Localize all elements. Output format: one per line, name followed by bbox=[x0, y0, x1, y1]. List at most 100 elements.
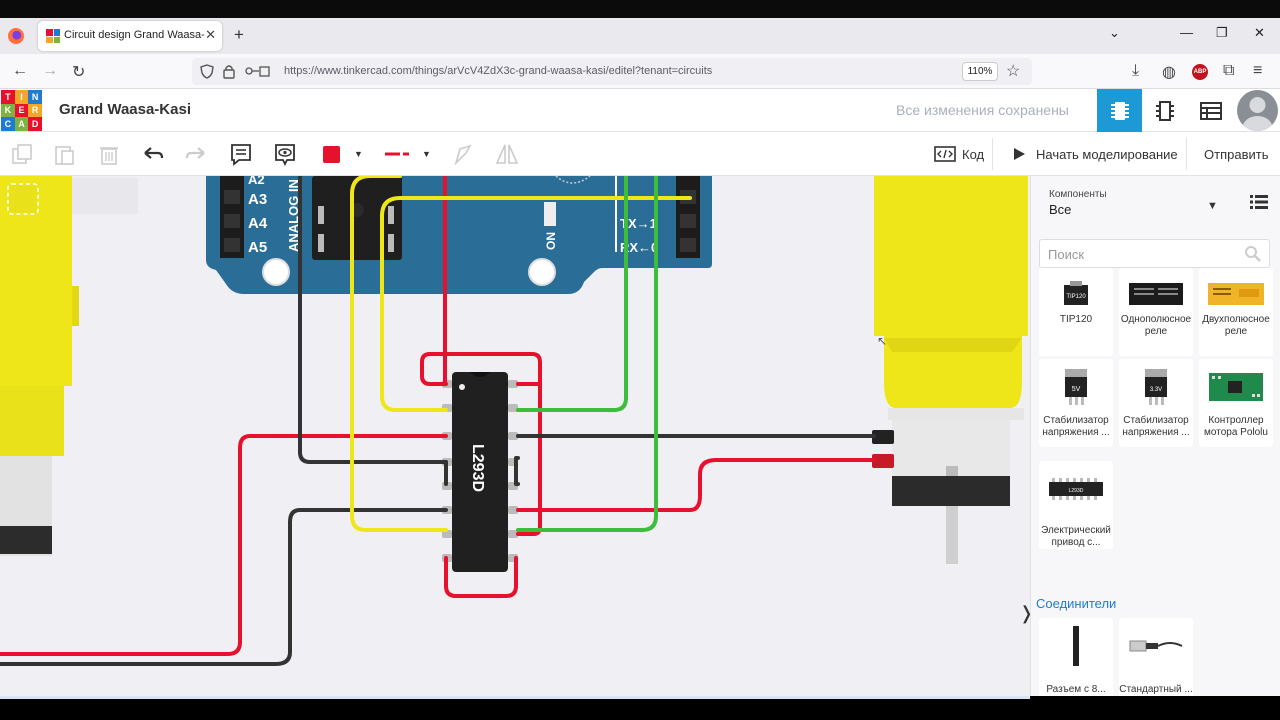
component-list-view-button[interactable] bbox=[1188, 89, 1233, 132]
undo-icon[interactable] bbox=[140, 141, 166, 167]
back-arrow-icon[interactable]: ← bbox=[12, 62, 28, 80]
table-icon bbox=[1199, 101, 1222, 120]
component-card-label: Двухполюсное реле bbox=[1202, 314, 1270, 337]
circuit-drawing[interactable]: A2 A3 A4 A5 ANALOG IN ON TX→1 RX←0 L293D bbox=[0, 176, 1030, 696]
zoom-level-button[interactable]: 110% bbox=[962, 62, 998, 81]
l293d-thumb-text: L293D bbox=[1069, 488, 1084, 494]
project-title[interactable]: Grand Waasa-Kasi bbox=[59, 101, 191, 118]
save-status: Все изменения сохранены bbox=[896, 102, 1069, 118]
close-window-button[interactable]: ✕ bbox=[1254, 25, 1265, 41]
component-card-standard-connector[interactable]: Стандартный ... bbox=[1119, 618, 1193, 696]
left-motor[interactable] bbox=[0, 176, 79, 556]
component-card-label: Стабилизатор напряжения ... bbox=[1122, 415, 1190, 438]
wire-red-motor-left[interactable] bbox=[0, 434, 448, 656]
permissions-icon[interactable] bbox=[244, 64, 270, 79]
canvas-bottom-edge bbox=[0, 696, 1030, 699]
minimize-button[interactable]: — bbox=[1180, 25, 1193, 40]
flip-icon[interactable] bbox=[494, 141, 520, 167]
component-card-regulator-5v[interactable]: 5V Стабилизатор напряжения ... bbox=[1039, 359, 1113, 447]
component-card-spst-relay[interactable]: Однополюсное реле bbox=[1119, 268, 1193, 356]
copy-icon[interactable] bbox=[9, 141, 35, 167]
wire-black-gnd-right[interactable] bbox=[514, 456, 520, 486]
component-card-regulator-3v3[interactable]: 3.3V Стабилизатор напряжения ... bbox=[1119, 359, 1193, 447]
tab-title: Circuit design Grand Waasa-Kasi bbox=[64, 29, 204, 41]
components-dropdown-icon[interactable]: ▼ bbox=[1207, 200, 1218, 212]
forward-arrow-icon[interactable]: → bbox=[42, 62, 58, 80]
tab-list-chevron-icon[interactable]: ⌄ bbox=[1109, 25, 1120, 41]
l293d-chip[interactable]: L293D bbox=[442, 372, 518, 572]
notes-icon[interactable] bbox=[228, 141, 254, 167]
start-simulation-button[interactable]: Начать моделирование bbox=[1004, 138, 1187, 170]
paste-icon[interactable] bbox=[51, 141, 77, 167]
component-card-label: Разъем с 8... bbox=[1046, 684, 1106, 695]
collapse-panel-arrow-icon[interactable]: ❭ bbox=[1019, 603, 1030, 624]
regulator-thumb: 3.3V bbox=[1119, 369, 1193, 405]
circuit-canvas[interactable]: A2 A3 A4 A5 ANALOG IN ON TX→1 RX←0 L293D… bbox=[0, 176, 1030, 696]
component-card-l293d-driver[interactable]: L293D Электрический привод с... bbox=[1039, 461, 1113, 549]
pin-label: A4 bbox=[248, 215, 268, 232]
connector-thumb bbox=[1039, 626, 1113, 666]
list-view-icon[interactable] bbox=[1250, 194, 1268, 210]
arduino-board[interactable]: A2 A3 A4 A5 ANALOG IN ON TX→1 RX←0 bbox=[206, 176, 712, 294]
globe-icon[interactable]: ◍ bbox=[1162, 62, 1176, 82]
tab-close-icon[interactable]: ✕ bbox=[205, 27, 216, 43]
schematic-icon bbox=[1155, 100, 1174, 121]
wire-red-motor-right[interactable] bbox=[516, 458, 876, 512]
editor-toolbar: ▼ ▼ Код Начать моделирование Отправить bbox=[0, 132, 1280, 176]
search-placeholder: Поиск bbox=[1048, 247, 1085, 262]
screen-top-bar bbox=[0, 0, 1280, 18]
tinkercad-logo[interactable]: T I N K E R C A D bbox=[1, 90, 42, 131]
wire-color-dropdown-icon[interactable]: ▼ bbox=[354, 149, 363, 159]
logo-letter: R bbox=[28, 103, 42, 118]
rotate-icon[interactable] bbox=[450, 141, 476, 167]
menu-icon[interactable]: ≡ bbox=[1253, 62, 1262, 80]
logo-letter: D bbox=[28, 117, 42, 131]
play-icon bbox=[1014, 148, 1025, 160]
component-search-input[interactable]: Поиск bbox=[1039, 239, 1270, 268]
chip-label: L293D bbox=[469, 444, 486, 492]
url-bar[interactable]: https://www.tinkercad.com/things/arVcV4Z… bbox=[192, 58, 1032, 85]
component-card-pololu-controller[interactable]: Контроллер мотора Pololu bbox=[1199, 359, 1273, 447]
extensions-icon[interactable]: ⧉ bbox=[1223, 62, 1234, 80]
new-tab-button[interactable]: + bbox=[234, 25, 244, 45]
app-header: T I N K E R C A D Grand Waasa-Kasi Все и… bbox=[0, 89, 1280, 132]
shield-icon[interactable] bbox=[200, 64, 214, 79]
logo-letter: I bbox=[14, 90, 29, 104]
on-label: ON bbox=[544, 232, 558, 250]
schematic-view-button[interactable] bbox=[1142, 89, 1187, 132]
send-button[interactable]: Отправить bbox=[1196, 138, 1276, 170]
pin-label: A3 bbox=[248, 191, 267, 208]
canvas-overlay-panel bbox=[72, 178, 138, 214]
component-card-tip120[interactable]: TIP120 TIP120 bbox=[1039, 268, 1113, 356]
bookmark-star-icon[interactable]: ☆ bbox=[1006, 61, 1020, 81]
pin-label: A2 bbox=[248, 176, 265, 187]
wire-color-button[interactable] bbox=[318, 141, 344, 167]
browser-tab[interactable]: Circuit design Grand Waasa-Kasi ✕ bbox=[38, 21, 222, 51]
notes-visibility-icon[interactable] bbox=[272, 141, 298, 167]
code-button[interactable]: Код bbox=[926, 138, 994, 170]
reload-icon[interactable]: ↻ bbox=[72, 62, 85, 82]
wire-type-button[interactable] bbox=[384, 141, 410, 167]
pin-label: A5 bbox=[248, 239, 267, 256]
lock-icon[interactable] bbox=[223, 64, 235, 79]
redo-icon[interactable] bbox=[183, 141, 209, 167]
components-filter-value[interactable]: Все bbox=[1049, 202, 1071, 217]
restore-button[interactable]: ❐ bbox=[1216, 25, 1228, 41]
search-icon[interactable] bbox=[1244, 245, 1262, 263]
wire-type-dropdown-icon[interactable]: ▼ bbox=[422, 149, 431, 159]
adblock-icon[interactable]: ABP bbox=[1192, 64, 1208, 80]
wire-black-motor-left[interactable] bbox=[0, 508, 448, 666]
fit-view-icon[interactable] bbox=[7, 183, 39, 215]
downloads-icon[interactable]: ⤓ bbox=[1132, 62, 1139, 80]
delete-icon[interactable] bbox=[96, 141, 122, 167]
component-card-connector-8[interactable]: Разъем с 8... bbox=[1039, 618, 1113, 696]
user-avatar[interactable] bbox=[1237, 90, 1278, 131]
right-motor[interactable] bbox=[872, 176, 1028, 564]
component-card-label: Электрический привод с... bbox=[1041, 525, 1111, 548]
screen-bottom-bar bbox=[0, 696, 1280, 720]
component-card-label: Однополюсное реле bbox=[1120, 314, 1192, 337]
component-card-dpdt-relay[interactable]: Двухполюсное реле bbox=[1199, 268, 1273, 356]
url-text: https://www.tinkercad.com/things/arVcV4Z… bbox=[284, 65, 713, 77]
circuit-view-button[interactable] bbox=[1097, 89, 1142, 132]
relay-thumb bbox=[1119, 276, 1193, 312]
